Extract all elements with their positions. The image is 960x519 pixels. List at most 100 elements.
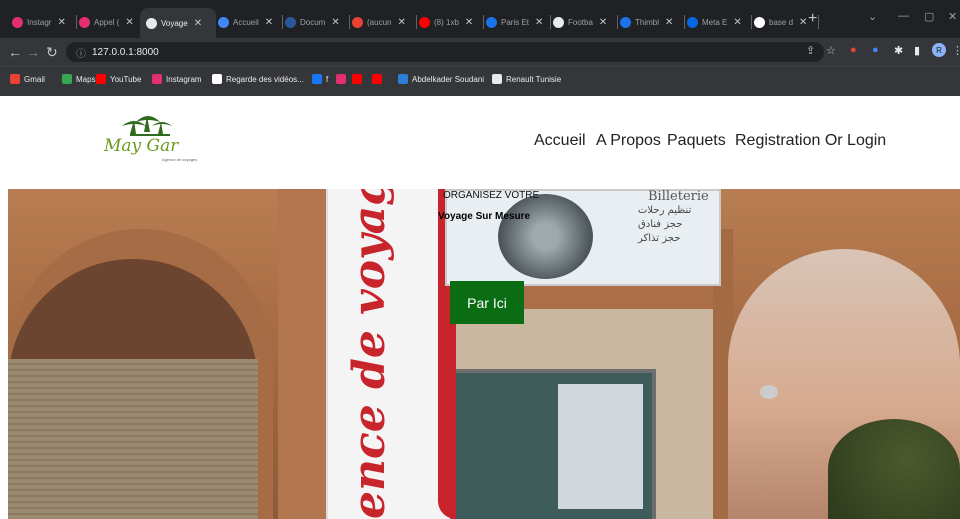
tab-favicon-icon [419,16,430,28]
reload-icon[interactable]: ↻ [46,44,58,61]
sign-line: حجز فنادق [638,219,683,230]
tab-favicon-icon [218,16,229,28]
tab-title: Accueil [233,17,259,27]
bookmark-favicon-icon [312,74,322,84]
maximize-button[interactable]: ▢ [924,10,934,23]
extension-blue-icon[interactable]: ● [872,44,879,56]
browser-tab[interactable]: Thimbl ✕ [614,9,685,35]
tree [828,419,960,519]
browser-tab[interactable]: Footba ✕ [547,9,618,35]
bookmark-favicon-icon [62,74,72,84]
bookmark-favicon-icon [212,74,222,84]
tab-title: Appel ( [94,17,120,27]
extension-red-icon[interactable]: ● [850,44,857,56]
tab-title: (8) 1xb [434,17,459,27]
nav-accueil[interactable]: Accueil [534,132,586,150]
par-ici-button[interactable]: Par Ici [450,281,524,324]
new-tab-button[interactable]: + [808,10,817,28]
tab-close-icon[interactable]: ✕ [125,17,133,28]
bookmark-star-icon[interactable]: ☆ [826,44,836,57]
nav-paquets[interactable]: Paquets [667,132,726,150]
forward-icon[interactable]: → [26,44,40,60]
extensions-puzzle-icon[interactable]: ✱ [894,44,903,57]
bookmark-item[interactable]: f [312,74,328,84]
address-bar[interactable]: ⓘ 127.0.0.1:8000 [66,42,824,62]
bookmark-item[interactable]: Regarde des vidéos... [212,74,304,84]
bookmark-item[interactable]: Renault Tunisie [492,74,561,84]
tab-close-icon[interactable]: ✕ [465,17,473,28]
tab-favicon-icon [285,16,296,28]
tab-title: Docum [300,17,326,27]
minimize-button[interactable]: — [898,10,909,22]
tab-favicon-icon [553,16,564,28]
tab-favicon-icon [12,16,23,28]
tab-title: Voyage [161,18,188,28]
tab-close-icon[interactable]: ✕ [57,17,65,28]
bookmark-label: Abdelkader Soudani [412,74,485,84]
tab-title: Thimbl [635,17,660,27]
tab-title: Meta E [702,17,728,27]
bookmark-label: Renault Tunisie [506,74,562,84]
logo-text: May Gar [104,136,179,156]
browser-tab[interactable]: Voyage ✕ [140,8,216,38]
tab-favicon-icon [146,17,157,29]
tab-close-icon[interactable]: ✕ [733,17,741,28]
browser-tab[interactable]: Paris Et ✕ [480,9,551,35]
tab-search-icon[interactable]: ⌄ [868,10,877,23]
banner-text: ence de voyages [344,189,395,519]
bookmark-favicon-icon [352,74,362,84]
bookmark-label: f [326,74,329,84]
tab-title: Instagr [27,17,52,27]
browser-tab[interactable]: Docum ✕ [279,9,350,35]
back-icon[interactable]: ← [8,44,22,60]
travel-poster [558,384,643,509]
tab-close-icon[interactable]: ✕ [535,17,543,28]
rolling-shutter [8,359,258,519]
tab-favicon-icon [620,16,631,28]
sign-globe-image [498,194,593,279]
tab-favicon-icon [687,16,698,28]
browser-tab[interactable]: Accueil ✕ [212,9,283,35]
tab-title: base d [769,17,794,27]
tab-close-icon[interactable]: ✕ [194,18,202,29]
side-panel-icon[interactable]: ▮ [914,44,920,57]
tab-favicon-icon [352,16,363,28]
share-icon[interactable]: ⇪ [806,44,815,57]
wall-lamp [760,385,778,399]
bookmark-favicon-icon [152,74,162,84]
nav-a-propos[interactable]: A Propos [596,132,661,150]
bookmark-item[interactable]: Instagram [152,74,202,84]
bookmark-item[interactable] [372,74,386,84]
tab-close-icon[interactable]: ✕ [799,17,807,28]
profile-avatar[interactable]: R [932,43,946,57]
bookmark-item[interactable] [352,74,366,84]
tab-close-icon[interactable]: ✕ [599,17,607,28]
nav-registration-login[interactable]: Registration Or Login [735,132,886,150]
bookmark-favicon-icon [398,74,408,84]
url-text: 127.0.0.1:8000 [92,46,159,58]
bookmark-item[interactable]: Maps [62,74,96,84]
menu-kebab-icon[interactable]: ⋮ [952,44,960,57]
tab-close-icon[interactable]: ✕ [665,17,673,28]
bookmark-item[interactable]: YouTube [96,74,141,84]
browser-tab[interactable]: (8) 1xb ✕ [413,9,484,35]
bookmark-label: Instagram [166,74,202,84]
tab-favicon-icon [486,16,497,28]
bookmark-label: Gmail [24,74,45,84]
close-window-button[interactable]: ✕ [948,10,957,23]
tab-close-icon[interactable]: ✕ [331,17,339,28]
tab-title: Paris Et [501,17,530,27]
browser-tab[interactable]: (aucun ✕ [346,9,417,35]
bookmark-item[interactable]: Gmail [10,74,45,84]
tab-close-icon[interactable]: ✕ [265,17,273,28]
browser-tab[interactable]: Meta E ✕ [681,9,752,35]
bookmark-item[interactable] [336,74,350,84]
site-info-icon[interactable]: ⓘ [76,45,86,60]
bookmark-item[interactable]: Abdelkader Soudani [398,74,484,84]
browser-tab[interactable]: Instagr ✕ [6,9,77,35]
bookmark-favicon-icon [492,74,502,84]
browser-tab[interactable]: Appel ( ✕ [73,9,144,35]
hero-heading-line2: Voyage Sur Mesure [438,211,531,222]
tab-close-icon[interactable]: ✕ [397,17,405,28]
hero-image: ence de voyages Billeterie تنظيم رحلات ح… [8,189,960,519]
